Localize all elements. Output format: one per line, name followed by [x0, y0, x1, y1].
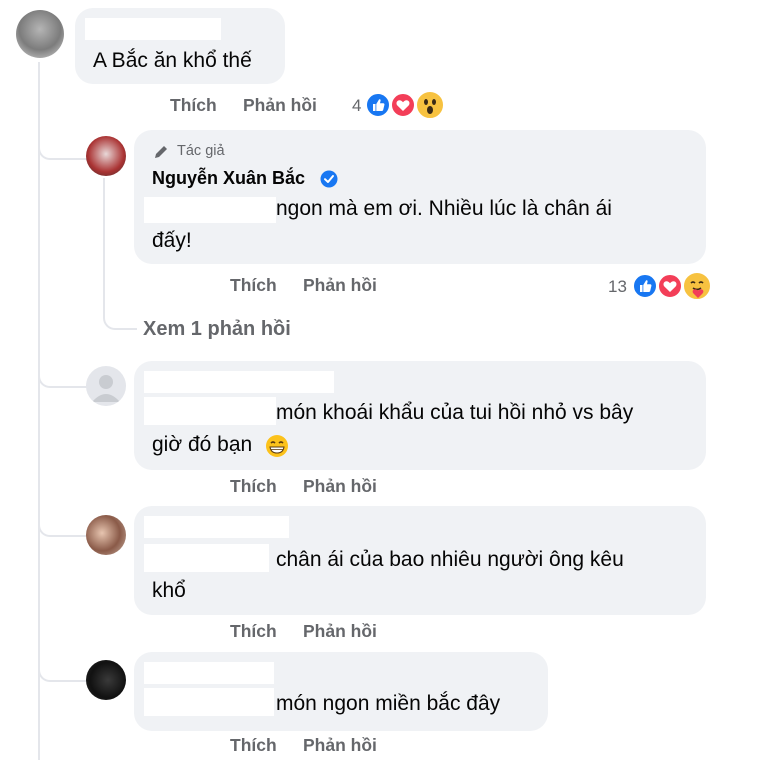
reply-button[interactable]: Phản hồi	[303, 621, 377, 642]
comment-text: đấy!	[152, 229, 192, 252]
comment-text: chân ái của bao nhiêu người ông kêu	[276, 548, 624, 571]
avatar[interactable]	[16, 10, 64, 58]
default-avatar-icon	[92, 375, 120, 402]
love-reaction-icon	[390, 92, 416, 118]
like-reaction-icon	[365, 92, 391, 118]
like-button[interactable]: Thích	[230, 735, 277, 756]
like-button[interactable]: Thích	[230, 621, 277, 642]
comment-text: ngon mà em ơi. Nhiều lúc là chân ái	[276, 197, 612, 220]
reply-button[interactable]: Phản hồi	[303, 275, 377, 296]
comment-text: khổ	[152, 579, 186, 602]
thread-connector	[38, 505, 88, 537]
thread-connector	[38, 360, 88, 388]
pen-icon	[152, 143, 170, 166]
redacted-name	[144, 544, 269, 572]
like-button[interactable]: Thích	[230, 476, 277, 497]
avatar[interactable]	[86, 660, 126, 700]
redacted-name	[144, 688, 274, 716]
love-reaction-icon	[657, 273, 683, 299]
like-reaction-icon	[632, 273, 658, 299]
comment-bubble: A Bắc ăn khổ thế	[75, 8, 285, 84]
grin-emoji-icon	[265, 434, 289, 463]
comment-bubble: món ngon miền bắc đây	[134, 652, 548, 731]
view-replies-connector	[103, 300, 137, 330]
comment-text: giờ đó bạn	[152, 433, 253, 456]
reply-button[interactable]: Phản hồi	[303, 735, 377, 756]
redacted-name	[144, 397, 276, 425]
comment-bubble: món khoái khẩu của tui hồi nhỏ vs bây gi…	[134, 361, 706, 470]
view-replies-link[interactable]: Xem 1 phản hồi	[143, 318, 291, 341]
comment-text: A Bắc ăn khổ thế	[93, 49, 252, 72]
comment-bubble: chân ái của bao nhiêu người ông kêu khổ	[134, 506, 706, 615]
avatar[interactable]	[86, 136, 126, 176]
verified-badge-icon	[320, 170, 338, 193]
reply-button[interactable]: Phản hồi	[243, 95, 317, 116]
avatar[interactable]	[86, 366, 126, 406]
redacted-name	[144, 197, 276, 223]
redacted-name	[144, 662, 274, 684]
redacted-name	[144, 516, 289, 538]
thread-connector	[38, 122, 88, 160]
reaction-count: 4	[352, 96, 362, 115]
redacted-name	[144, 371, 334, 393]
thread-line-reply	[103, 178, 105, 312]
comment-bubble: Tác giả Nguyễn Xuân Bắc ngon mà em ơi. N…	[134, 130, 706, 264]
like-button[interactable]: Thích	[170, 95, 217, 116]
comment-text: món khoái khẩu của tui hồi nhỏ vs bây	[276, 401, 634, 424]
avatar[interactable]	[86, 515, 126, 555]
thread-connector	[38, 650, 88, 682]
comment-text: món ngon miền bắc đây	[276, 692, 501, 715]
redacted-name	[85, 18, 221, 40]
reply-button[interactable]: Phản hồi	[303, 476, 377, 497]
reaction-count: 13	[608, 277, 627, 296]
wow-reaction-icon	[415, 90, 445, 120]
care-reaction-icon	[682, 271, 712, 301]
author-badge: Tác giả	[177, 143, 225, 159]
author-name[interactable]: Nguyễn Xuân Bắc	[152, 168, 305, 189]
like-button[interactable]: Thích	[230, 275, 277, 296]
